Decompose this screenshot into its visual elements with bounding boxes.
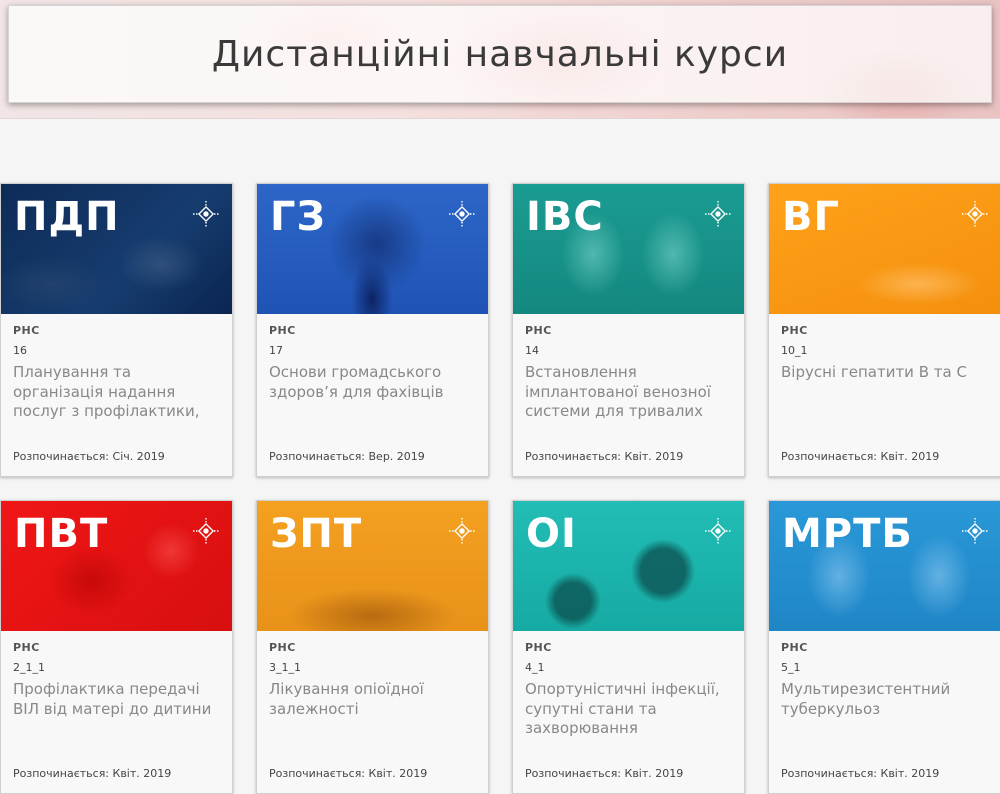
course-code: 3_1_1 <box>269 661 301 674</box>
course-abbr: ІВС <box>526 194 604 240</box>
course-card-gz[interactable]: ГЗ РНС 17 Основи громадського здоров’я д… <box>256 183 489 477</box>
course-abbr: ЗПТ <box>270 511 363 557</box>
course-start-date: Розпочинається: Квіт. 2019 <box>525 450 684 463</box>
course-org: РНС <box>13 324 40 337</box>
course-card-zpt[interactable]: ЗПТ РНС 3_1_1 Лікування опіоїдної залежн… <box>256 500 489 794</box>
emblem-icon <box>449 518 475 544</box>
course-banner[interactable]: ІВС <box>513 184 744 314</box>
emblem-icon <box>962 518 988 544</box>
course-code: 10_1 <box>781 344 808 357</box>
course-banner[interactable]: ПДП <box>1 184 232 314</box>
course-title[interactable]: Мультирезистентний туберкульоз <box>781 680 989 738</box>
course-start-date: Розпочинається: Квіт. 2019 <box>781 450 940 463</box>
emblem-icon <box>193 201 219 227</box>
course-banner[interactable]: МРТБ <box>769 501 1000 631</box>
course-banner[interactable]: ПВТ <box>1 501 232 631</box>
course-code: 2_1_1 <box>13 661 45 674</box>
course-org: РНС <box>781 641 808 654</box>
course-title[interactable]: Встановлення імплантованої венозної сист… <box>525 363 732 421</box>
emblem-icon <box>705 201 731 227</box>
course-banner[interactable]: ЗПТ <box>257 501 488 631</box>
course-banner[interactable]: ОІ <box>513 501 744 631</box>
course-abbr: ГЗ <box>270 194 326 240</box>
course-start-date: Розпочинається: Квіт. 2019 <box>525 767 684 780</box>
course-org: РНС <box>269 324 296 337</box>
course-org: РНС <box>13 641 40 654</box>
course-code: 5_1 <box>781 661 801 674</box>
course-card-pvt[interactable]: ПВТ РНС 2_1_1 Профілактика передачі ВІЛ … <box>0 500 233 794</box>
course-abbr: ОІ <box>526 511 577 557</box>
course-code: 4_1 <box>525 661 545 674</box>
course-code: 14 <box>525 344 539 357</box>
page-title: Дистанційні навчальні курси <box>211 33 789 75</box>
course-title[interactable]: Профілактика передачі ВІЛ від матері до … <box>13 680 220 738</box>
course-code: 17 <box>269 344 283 357</box>
emblem-icon <box>705 518 731 544</box>
course-org: РНС <box>269 641 296 654</box>
title-box: Дистанційні навчальні курси <box>8 5 992 103</box>
course-org: РНС <box>525 324 552 337</box>
emblem-icon <box>193 518 219 544</box>
course-code: 16 <box>13 344 27 357</box>
course-title[interactable]: Вірусні гепатити В та С <box>781 363 989 421</box>
course-card-mrtb[interactable]: МРТБ РНС 5_1 Мультирезистентний туберкул… <box>768 500 1000 794</box>
course-banner[interactable]: ГЗ <box>257 184 488 314</box>
course-card-vg[interactable]: ВГ РНС 10_1 Вірусні гепатити В та С Розп… <box>768 183 1000 477</box>
course-title[interactable]: Планування та організація надання послуг… <box>13 363 220 421</box>
course-start-date: Розпочинається: Квіт. 2019 <box>781 767 940 780</box>
course-abbr: МРТБ <box>782 511 913 557</box>
course-title[interactable]: Основи громадського здоров’я для фахівці… <box>269 363 476 421</box>
course-card-pdp[interactable]: ПДП РНС 16 Планування та організація над… <box>0 183 233 477</box>
course-card-ivs[interactable]: ІВС РНС 14 Встановлення імплантованої ве… <box>512 183 745 477</box>
course-title[interactable]: Опортуністичні інфекції, супутні стани т… <box>525 680 732 738</box>
course-start-date: Розпочинається: Вер. 2019 <box>269 450 425 463</box>
course-abbr: ПДП <box>14 194 120 240</box>
course-banner[interactable]: ВГ <box>769 184 1000 314</box>
course-start-date: Розпочинається: Квіт. 2019 <box>269 767 428 780</box>
emblem-icon <box>449 201 475 227</box>
course-org: РНС <box>781 324 808 337</box>
hero-banner: Дистанційні навчальні курси <box>0 0 1000 119</box>
course-start-date: Розпочинається: Квіт. 2019 <box>13 767 172 780</box>
course-start-date: Розпочинається: Січ. 2019 <box>13 450 165 463</box>
course-title[interactable]: Лікування опіоїдної залежності <box>269 680 476 738</box>
emblem-icon <box>962 201 988 227</box>
course-abbr: ПВТ <box>14 511 109 557</box>
course-abbr: ВГ <box>782 194 840 240</box>
course-card-oi[interactable]: ОІ РНС 4_1 Опортуністичні інфекції, супу… <box>512 500 745 794</box>
course-org: РНС <box>525 641 552 654</box>
